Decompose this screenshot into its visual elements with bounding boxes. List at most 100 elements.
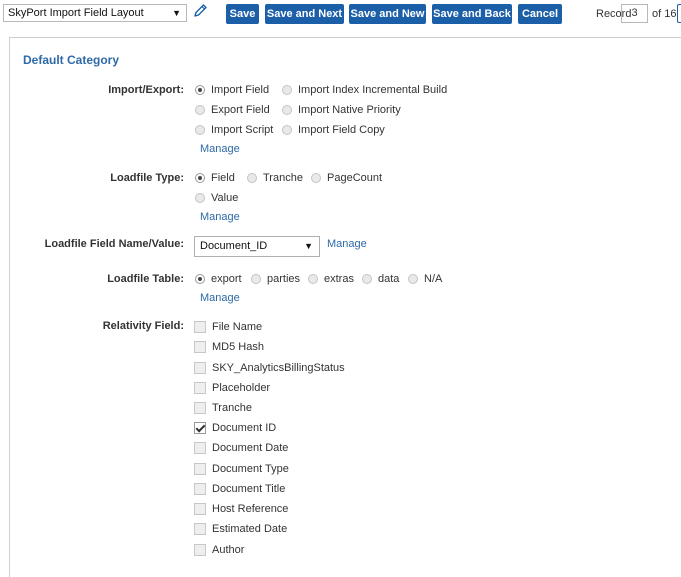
loadfile-type-manage-link[interactable]: Manage — [200, 211, 240, 223]
radio-import-index-incremental-build[interactable]: Import Index Incremental Build — [282, 83, 447, 97]
checkbox-icon — [194, 382, 206, 394]
checkbox-label: Placeholder — [212, 382, 271, 394]
form-panel — [9, 37, 681, 577]
checkbox-label: Document ID — [212, 422, 277, 434]
radio-type-field[interactable]: Field — [195, 171, 235, 185]
checkbox-icon — [194, 503, 206, 515]
option-label: data — [378, 273, 400, 285]
save-and-back-button[interactable]: Save and Back — [432, 4, 512, 24]
checkbox-document-title[interactable]: Document Title — [194, 482, 285, 496]
radio-selected-icon — [195, 85, 205, 95]
checkbox-host-reference[interactable]: Host Reference — [194, 502, 288, 516]
radio-import-native-priority[interactable]: Import Native Priority — [282, 103, 401, 117]
save-button[interactable]: Save — [226, 4, 259, 24]
checkbox-label: Document Type — [212, 463, 289, 475]
radio-table-parties[interactable]: parties — [251, 272, 300, 286]
layout-select[interactable]: SkyPort Import Field Layout ▼ — [3, 4, 187, 22]
record-nav-button[interactable] — [677, 4, 681, 23]
checkbox-document-id[interactable]: Document ID — [194, 421, 276, 435]
checkbox-icon — [194, 442, 206, 454]
checkbox-icon — [194, 463, 206, 475]
option-label: Import Native Priority — [298, 104, 401, 116]
record-total: of 16 — [652, 8, 677, 20]
save-and-new-button[interactable]: Save and New — [349, 4, 426, 24]
checkbox-label: Host Reference — [212, 503, 289, 515]
checkbox-icon — [194, 341, 206, 353]
radio-icon — [195, 193, 205, 203]
radio-icon — [308, 274, 318, 284]
checkbox-label: File Name — [212, 321, 263, 333]
radio-type-pagecount[interactable]: PageCount — [311, 171, 382, 185]
radio-icon — [282, 125, 292, 135]
option-label: parties — [267, 273, 301, 285]
cancel-button[interactable]: Cancel — [518, 4, 562, 24]
radio-icon — [408, 274, 418, 284]
loadfile-name-manage-link[interactable]: Manage — [327, 238, 367, 250]
radio-type-value[interactable]: Value — [195, 191, 238, 205]
checkbox-document-date[interactable]: Document Date — [194, 441, 288, 455]
option-label: PageCount — [327, 172, 383, 184]
option-label: extras — [324, 273, 354, 285]
checkbox-sky-analytics-billing-status[interactable]: SKY_AnalyticsBillingStatus — [194, 361, 345, 375]
radio-icon — [195, 105, 205, 115]
radio-icon — [247, 173, 257, 183]
radio-table-data[interactable]: data — [362, 272, 399, 286]
chevron-down-icon: ▼ — [304, 241, 313, 251]
radio-icon — [362, 274, 372, 284]
option-label: Field — [211, 172, 235, 184]
import-export-label: Import/Export: — [108, 84, 184, 96]
option-label: Import Index Incremental Build — [298, 84, 448, 96]
radio-import-field[interactable]: Import Field — [195, 83, 269, 97]
loadfile-type-label: Loadfile Type: — [110, 172, 184, 184]
layout-select-value: SkyPort Import Field Layout — [8, 7, 144, 19]
checkbox-tranche[interactable]: Tranche — [194, 401, 252, 415]
checkbox-label: MD5 Hash — [212, 341, 264, 353]
loadfile-name-value: Document_ID — [200, 240, 268, 252]
save-and-next-button[interactable]: Save and Next — [265, 4, 344, 24]
checkbox-md5-hash[interactable]: MD5 Hash — [194, 340, 264, 354]
radio-type-tranche[interactable]: Tranche — [247, 171, 303, 185]
loadfile-table-manage-link[interactable]: Manage — [200, 292, 240, 304]
option-label: Export Field — [211, 104, 270, 116]
checkbox-icon — [194, 523, 206, 535]
radio-table-export[interactable]: export — [195, 272, 242, 286]
radio-table-extras[interactable]: extras — [308, 272, 354, 286]
radio-import-field-copy[interactable]: Import Field Copy — [282, 123, 385, 137]
checkbox-icon — [194, 544, 206, 556]
checkbox-label: Tranche — [212, 402, 252, 414]
checkbox-label: SKY_AnalyticsBillingStatus — [212, 362, 345, 374]
option-label: Import Field Copy — [298, 124, 385, 136]
checkbox-label: Document Date — [212, 442, 289, 454]
checkbox-placeholder[interactable]: Placeholder — [194, 381, 270, 395]
radio-icon — [251, 274, 261, 284]
checkmark-icon — [194, 422, 206, 434]
loadfile-name-select[interactable]: Document_ID ▼ — [194, 236, 320, 257]
radio-icon — [282, 85, 292, 95]
record-number-input[interactable]: 3 — [621, 4, 648, 23]
radio-icon — [311, 173, 321, 183]
option-label: Import Field — [211, 84, 270, 96]
option-label: Import Script — [211, 124, 274, 136]
radio-icon — [195, 125, 205, 135]
checkbox-icon — [194, 402, 206, 414]
checkbox-label: Author — [212, 544, 245, 556]
checkbox-author[interactable]: Author — [194, 543, 244, 557]
pencil-icon[interactable] — [192, 3, 208, 19]
checkbox-estimated-date[interactable]: Estimated Date — [194, 522, 287, 536]
radio-export-field[interactable]: Export Field — [195, 103, 270, 117]
import-export-manage-link[interactable]: Manage — [200, 143, 240, 155]
chevron-down-icon: ▼ — [172, 8, 181, 18]
checkbox-file-name[interactable]: File Name — [194, 320, 262, 334]
checkbox-document-type[interactable]: Document Type — [194, 462, 289, 476]
option-label: Value — [211, 192, 239, 204]
option-label: N/A — [424, 273, 443, 285]
loadfile-name-label: Loadfile Field Name/Value: — [44, 238, 184, 250]
toolbar: SkyPort Import Field Layout ▼ Save Save … — [0, 0, 681, 30]
loadfile-table-label: Loadfile Table: — [107, 273, 184, 285]
relativity-field-label: Relativity Field: — [102, 320, 184, 332]
radio-table-na[interactable]: N/A — [408, 272, 442, 286]
checkbox-label: Estimated Date — [212, 523, 288, 535]
radio-import-script[interactable]: Import Script — [195, 123, 273, 137]
checkbox-label: Document Title — [212, 483, 286, 495]
radio-selected-icon — [195, 274, 205, 284]
